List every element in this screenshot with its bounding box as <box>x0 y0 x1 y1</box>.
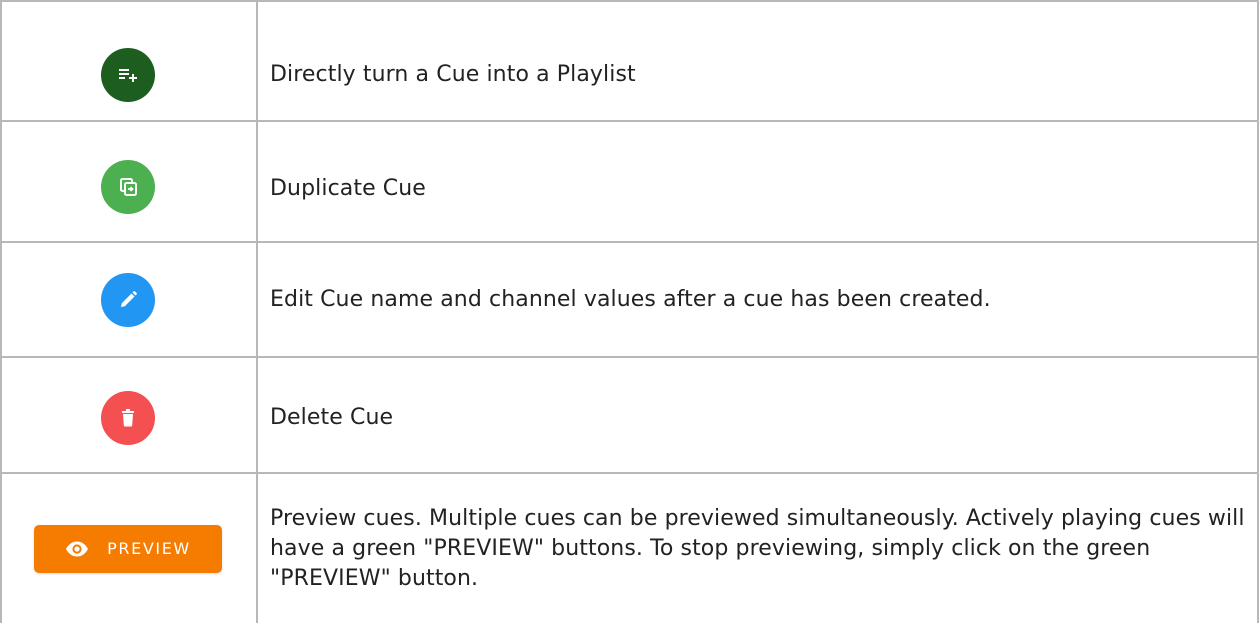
trash-icon <box>122 409 134 427</box>
playlist-add-button[interactable] <box>101 48 155 102</box>
duplicate-button[interactable] <box>101 160 155 214</box>
icon-cell <box>0 243 256 356</box>
table-row: Delete Cue <box>0 358 1259 472</box>
table-row: Duplicate Cue <box>0 122 1259 241</box>
table-row: Edit Cue name and channel values after a… <box>0 243 1259 356</box>
icon-cell: PREVIEW <box>0 474 256 623</box>
playlist-add-icon <box>119 69 137 82</box>
cue-actions-table: Directly turn a Cue into a Playlist Dupl… <box>0 0 1259 623</box>
icon-cell <box>0 358 256 478</box>
pencil-icon <box>121 290 137 307</box>
icon-cell <box>0 122 256 252</box>
description-cell: Duplicate Cue <box>270 176 426 201</box>
preview-button[interactable]: PREVIEW <box>34 524 222 573</box>
eye-icon <box>65 537 89 561</box>
edit-button[interactable] <box>101 272 155 327</box>
description-cell: Preview cues. Multiple cues can be previ… <box>270 505 1245 591</box>
preview-button-label: PREVIEW <box>107 539 191 558</box>
table-row: PREVIEW Preview cues. Multiple cues can … <box>0 474 1259 623</box>
description-cell: Edit Cue name and channel values after a… <box>270 286 991 312</box>
description-cell: Delete Cue <box>270 405 394 430</box>
duplicate-icon <box>120 178 137 196</box>
delete-button[interactable] <box>101 391 155 445</box>
table-row: Directly turn a Cue into a Playlist <box>0 0 1259 120</box>
